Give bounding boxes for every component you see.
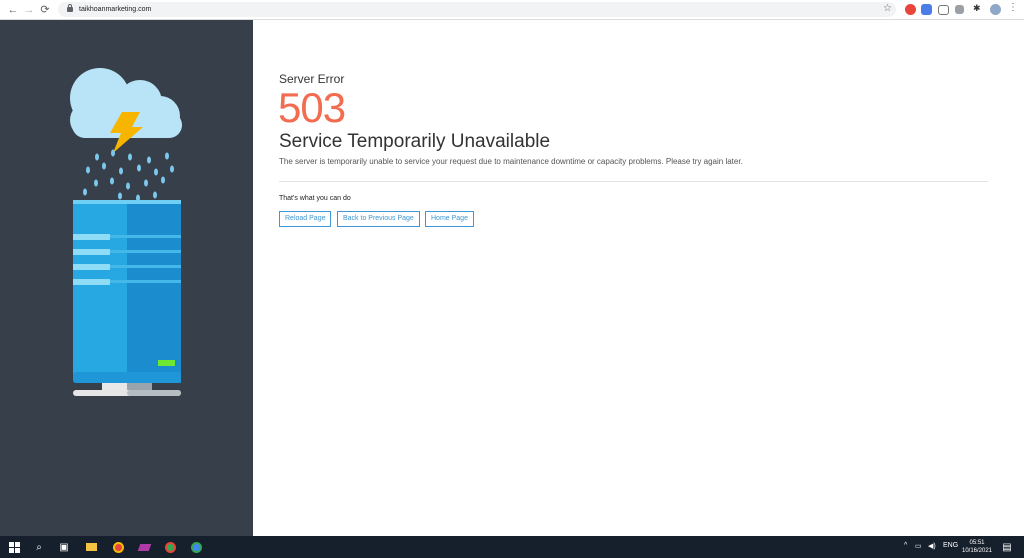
error-description: The server is temporarily unable to serv… [279, 157, 743, 166]
sidebar-illustration [0, 20, 253, 536]
task-view-icon[interactable]: ▣ [57, 540, 71, 554]
reload-icon[interactable]: ⟳ [37, 2, 53, 18]
home-page-button[interactable]: Home Page [425, 211, 474, 227]
clock-date: 10/16/2021 [961, 548, 993, 554]
actions-heading: That's what you can do [279, 195, 351, 202]
taskbar: ⌕ ▣ ^ ▭ ◀) ENG 05:51 10/16/2021 ▤ [0, 536, 1024, 558]
address-bar[interactable]: taikhoanmarketing.com ☆ [58, 2, 896, 17]
screenshot-extension-icon[interactable] [938, 5, 949, 15]
network-icon[interactable]: ▭ [915, 542, 922, 550]
language-indicator[interactable]: ENG [943, 542, 958, 549]
url-text: taikhoanmarketing.com [79, 6, 152, 13]
forward-arrow-icon[interactable]: → [21, 2, 37, 18]
adblock-extension-icon[interactable] [905, 4, 916, 15]
reload-page-button[interactable]: Reload Page [279, 211, 332, 227]
extensions-puzzle-icon[interactable]: ✱ [973, 3, 984, 14]
clock[interactable]: 05:51 10/16/2021 [960, 539, 994, 555]
windows-start-icon[interactable] [7, 540, 21, 554]
back-arrow-icon[interactable]: ← [5, 2, 21, 18]
lock-icon [67, 4, 73, 12]
search-icon[interactable]: ⌕ [32, 540, 46, 554]
file-explorer-icon[interactable] [84, 540, 98, 554]
bookmark-star-icon[interactable]: ☆ [883, 3, 892, 14]
page-title: Service Temporarily Unavailable [279, 131, 551, 152]
browser-toolbar: ← → ⟳ taikhoanmarketing.com ☆ ✱ ⋮ [0, 0, 1024, 20]
clock-time: 05:51 [969, 540, 985, 546]
divider [279, 181, 988, 182]
chrome-profile-icon[interactable] [163, 540, 177, 554]
save-extension-icon[interactable] [955, 5, 964, 14]
rain-drops-icon [83, 149, 174, 202]
volume-icon[interactable]: ◀) [928, 542, 936, 550]
server-tower-icon [73, 200, 181, 396]
back-to-previous-page-button[interactable]: Back to Previous Page [337, 211, 420, 227]
error-code: 503 [278, 84, 346, 131]
chevron-up-icon[interactable]: ^ [904, 542, 907, 549]
profile-avatar[interactable] [990, 4, 1001, 15]
chrome-profile-icon[interactable] [189, 540, 203, 554]
notifications-icon[interactable]: ▤ [1000, 540, 1014, 554]
server-rain-illustration [70, 68, 182, 396]
error-content: Server Error 503 Service Temporarily Una… [253, 20, 1024, 536]
app-icon[interactable] [137, 540, 151, 554]
chrome-icon[interactable] [111, 540, 125, 554]
translate-extension-icon[interactable] [921, 4, 932, 15]
kebab-menu-icon[interactable]: ⋮ [1008, 2, 1019, 13]
status-led [158, 360, 175, 366]
